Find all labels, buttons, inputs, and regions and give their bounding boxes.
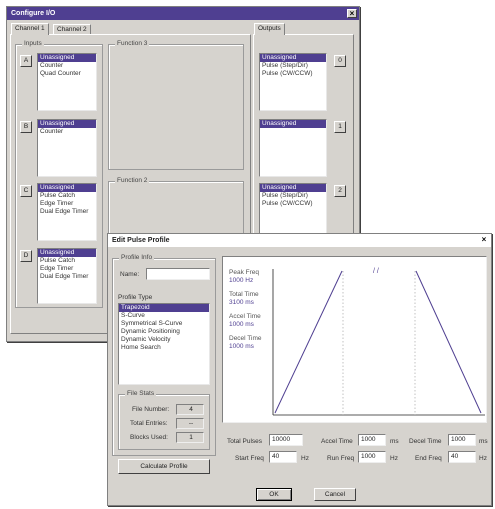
tab-channel-1[interactable]: Channel 1 xyxy=(11,23,49,35)
tab-outputs[interactable]: Outputs xyxy=(254,23,285,35)
ok-button[interactable]: OK xyxy=(256,488,292,501)
input-b-button[interactable]: B xyxy=(20,121,32,133)
list-item[interactable]: Unassigned xyxy=(38,54,96,62)
total-pulses-label: Total Pulses xyxy=(227,438,263,445)
list-item[interactable]: Pulse Catch xyxy=(38,192,96,200)
decel-time-label: Decel Time xyxy=(409,438,442,445)
file-stats-label: File Stats xyxy=(125,390,157,397)
output-0-button[interactable]: 0 xyxy=(334,55,346,67)
list-item[interactable]: Dynamic Positioning xyxy=(119,328,209,336)
input-c-list[interactable]: Unassigned Pulse Catch Edge Timer Dual E… xyxy=(37,183,97,241)
list-item[interactable]: Edge Timer xyxy=(38,265,96,273)
output-0-list[interactable]: Unassigned Pulse (Step/Dir) Pulse (CW/CC… xyxy=(259,53,327,111)
file-number-value: 4 xyxy=(176,404,204,415)
list-item[interactable]: Unassigned xyxy=(260,184,326,192)
list-item[interactable]: Pulse (Step/Dir) xyxy=(260,192,326,200)
list-item[interactable]: Home Search xyxy=(119,344,209,352)
blocks-used-value: 1 xyxy=(176,432,204,443)
profile-type-label: Profile Type xyxy=(118,294,153,301)
accel-ramp xyxy=(274,270,343,414)
profile-plot: Peak Freq 1000 Hz Total Time 3100 ms Acc… xyxy=(222,256,487,423)
list-item[interactable]: Counter xyxy=(38,128,96,136)
axis-break-mark: / / xyxy=(373,268,379,275)
list-item[interactable]: Pulse (CW/CCW) xyxy=(260,200,326,208)
output-1-list[interactable]: Unassigned xyxy=(259,119,327,177)
input-d-button[interactable]: D xyxy=(20,250,32,262)
start-freq-label: Start Freq xyxy=(235,455,264,462)
accel-time-unit: ms xyxy=(390,438,399,445)
list-item[interactable]: Dynamic Velocity xyxy=(119,336,209,344)
blocks-used-label: Blocks Used: xyxy=(130,434,168,441)
profile-info-label: Profile Info xyxy=(119,254,155,261)
input-c-button[interactable]: C xyxy=(20,185,32,197)
input-b-list[interactable]: Unassigned Counter xyxy=(37,119,97,177)
calculate-profile-button[interactable]: Calculate Profile xyxy=(118,459,210,474)
list-item[interactable]: Trapezoid xyxy=(119,304,209,312)
edit-pulse-profile-title: Edit Pulse Profile xyxy=(112,237,170,244)
close-icon[interactable]: × xyxy=(347,9,357,18)
total-entries-value: -- xyxy=(176,418,204,429)
input-d-list[interactable]: Unassigned Pulse Catch Edge Timer Dual E… xyxy=(37,248,97,304)
decel-time-field[interactable]: 1000 xyxy=(448,434,476,446)
list-item[interactable]: Symmetrical S-Curve xyxy=(119,320,209,328)
list-item[interactable]: Quad Counter xyxy=(38,70,96,78)
profile-curve: / / xyxy=(272,268,485,416)
accel-time-field[interactable]: 1000 xyxy=(358,434,386,446)
list-item[interactable]: Pulse Catch xyxy=(38,257,96,265)
profile-type-list[interactable]: Trapezoid S-Curve Symmetrical S-Curve Dy… xyxy=(118,303,210,385)
run-freq-field[interactable]: 1000 xyxy=(358,451,386,463)
end-freq-field[interactable]: 40 xyxy=(448,451,476,463)
configure-io-titlebar[interactable]: Configure I/O × xyxy=(7,7,359,20)
accel-time-label: Accel Time xyxy=(321,438,353,445)
output-2-button[interactable]: 2 xyxy=(334,185,346,197)
configure-io-title: Configure I/O xyxy=(11,10,56,17)
list-item[interactable]: S-Curve xyxy=(119,312,209,320)
list-item[interactable]: Edge Timer xyxy=(38,200,96,208)
file-number-label: File Number: xyxy=(132,406,170,413)
decel-ramp xyxy=(415,270,482,414)
total-entries-label: Total Entries: xyxy=(130,420,168,427)
list-item[interactable]: Dual Edge Timer xyxy=(38,208,96,216)
run-freq-unit: Hz xyxy=(390,455,398,462)
start-freq-unit: Hz xyxy=(301,455,309,462)
list-item[interactable]: Unassigned xyxy=(38,120,96,128)
inputs-group-label: Inputs xyxy=(22,40,44,47)
list-item[interactable]: Unassigned xyxy=(38,184,96,192)
list-item[interactable]: Unassigned xyxy=(38,249,96,257)
cancel-button[interactable]: Cancel xyxy=(314,488,356,501)
list-item[interactable]: Counter xyxy=(38,62,96,70)
function2-group-label: Function 2 xyxy=(115,177,150,184)
end-freq-unit: Hz xyxy=(479,455,487,462)
input-a-list[interactable]: Unassigned Counter Quad Counter xyxy=(37,53,97,111)
total-pulses-field[interactable]: 10000 xyxy=(269,434,303,446)
output-1-button[interactable]: 1 xyxy=(334,121,346,133)
list-item[interactable]: Pulse (Step/Dir) xyxy=(260,62,326,70)
function3-group: Function 3 xyxy=(108,40,244,170)
start-freq-field[interactable]: 40 xyxy=(269,451,297,463)
end-freq-label: End Freq xyxy=(415,455,442,462)
edit-pulse-profile-window: Edit Pulse Profile × Profile Info Name: … xyxy=(107,233,492,506)
list-item[interactable]: Pulse (CW/CCW) xyxy=(260,70,326,78)
name-field[interactable] xyxy=(146,268,210,280)
list-item[interactable]: Unassigned xyxy=(260,54,326,62)
run-freq-label: Run Freq xyxy=(327,455,355,462)
name-label: Name: xyxy=(120,271,140,278)
list-item[interactable]: Dual Edge Timer xyxy=(38,273,96,281)
edit-pulse-profile-titlebar[interactable]: Edit Pulse Profile × xyxy=(108,234,491,247)
decel-time-unit: ms xyxy=(479,438,488,445)
input-a-button[interactable]: A xyxy=(20,55,32,67)
close-icon[interactable]: × xyxy=(479,236,489,245)
list-item[interactable]: Unassigned xyxy=(260,120,326,128)
function3-group-label: Function 3 xyxy=(115,40,150,47)
